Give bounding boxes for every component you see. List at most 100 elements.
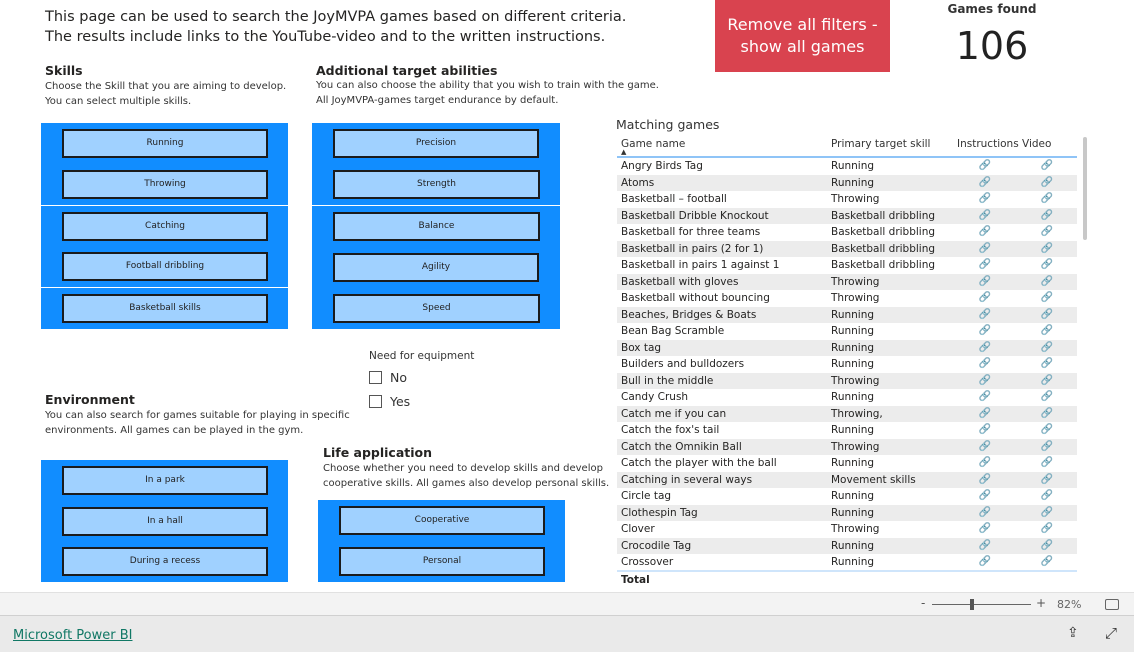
table-row: Box tag Running 🔗 🔗 <box>617 339 1077 356</box>
instructions-link-icon[interactable]: 🔗 <box>978 340 992 356</box>
games-found-label: Games found <box>947 2 1037 16</box>
video-link-icon[interactable]: 🔗 <box>1040 538 1054 554</box>
table-header: Game name ▲ Primary target skill Instruc… <box>617 135 1077 158</box>
video-link-icon[interactable]: 🔗 <box>1040 472 1054 488</box>
env-hall-button[interactable]: In a hall <box>62 507 268 536</box>
video-link-icon[interactable]: 🔗 <box>1040 422 1054 438</box>
video-link-icon[interactable]: 🔗 <box>1040 290 1054 306</box>
instructions-link-icon[interactable]: 🔗 <box>978 538 992 554</box>
zoom-out-button[interactable]: - <box>921 596 925 610</box>
col-game-name[interactable]: Game name <box>621 138 685 150</box>
fullscreen-icon[interactable]: ⤢ <box>1105 624 1117 642</box>
zoom-in-button[interactable]: + <box>1036 596 1046 610</box>
video-link-icon[interactable]: 🔗 <box>1040 406 1054 422</box>
skill-catching-button[interactable]: Catching <box>62 212 268 241</box>
checkbox-icon <box>369 371 382 384</box>
instructions-link-icon[interactable]: 🔗 <box>978 505 992 521</box>
video-link-icon[interactable]: 🔗 <box>1040 158 1054 174</box>
zoom-slider[interactable] <box>932 604 1031 605</box>
zoom-slider-thumb[interactable] <box>969 599 974 610</box>
share-icon[interactable]: ⇪ <box>1067 625 1079 641</box>
video-link-icon[interactable]: 🔗 <box>1040 307 1054 323</box>
video-link-icon[interactable]: 🔗 <box>1040 224 1054 240</box>
video-link-icon[interactable]: 🔗 <box>1040 356 1054 372</box>
col-skill[interactable]: Primary target skill <box>831 138 930 150</box>
video-link-icon[interactable]: 🔗 <box>1040 208 1054 224</box>
instructions-link-icon[interactable]: 🔗 <box>978 208 992 224</box>
equipment-no-checkbox[interactable]: No <box>369 370 407 385</box>
instructions-link-icon[interactable]: 🔗 <box>978 422 992 438</box>
video-link-icon[interactable]: 🔗 <box>1040 439 1054 455</box>
primary-skill: Throwing, <box>831 407 883 420</box>
video-link-icon[interactable]: 🔗 <box>1040 373 1054 389</box>
skill-basketball-button[interactable]: Basketball skills <box>62 294 268 323</box>
life-cooperative-button[interactable]: Cooperative <box>339 506 545 535</box>
equipment-yes-checkbox[interactable]: Yes <box>369 394 410 409</box>
video-link-icon[interactable]: 🔗 <box>1040 257 1054 273</box>
video-link-icon[interactable]: 🔗 <box>1040 175 1054 191</box>
instructions-link-icon[interactable]: 🔗 <box>978 389 992 405</box>
instructions-link-icon[interactable]: 🔗 <box>978 274 992 290</box>
abilities-slicer: Precision Strength Balance Agility Speed <box>312 123 560 329</box>
skill-football-dribbling-button[interactable]: Football dribbling <box>62 252 268 281</box>
ability-balance-button[interactable]: Balance <box>333 212 540 241</box>
video-link-icon[interactable]: 🔗 <box>1040 455 1054 471</box>
game-name: Crocodile Tag <box>621 539 692 552</box>
environment-desc: You can also search for games suitable f… <box>45 409 350 438</box>
instructions-link-icon[interactable]: 🔗 <box>978 488 992 504</box>
instructions-link-icon[interactable]: 🔗 <box>978 191 992 207</box>
instructions-link-icon[interactable]: 🔗 <box>978 472 992 488</box>
ability-precision-button[interactable]: Precision <box>333 129 539 158</box>
abilities-title: Additional target abilities <box>316 63 498 78</box>
video-link-icon[interactable]: 🔗 <box>1040 389 1054 405</box>
instructions-link-icon[interactable]: 🔗 <box>978 439 992 455</box>
video-link-icon[interactable]: 🔗 <box>1040 323 1054 339</box>
instructions-link-icon[interactable]: 🔗 <box>978 521 992 537</box>
instructions-link-icon[interactable]: 🔗 <box>978 455 992 471</box>
skills-slicer: Running Throwing Catching Football dribb… <box>41 123 288 329</box>
instructions-link-icon[interactable]: 🔗 <box>978 257 992 273</box>
instructions-link-icon[interactable]: 🔗 <box>978 175 992 191</box>
ability-speed-button[interactable]: Speed <box>333 294 540 323</box>
primary-skill: Running <box>831 424 875 436</box>
skill-throwing-button[interactable]: Throwing <box>62 170 268 199</box>
table-scrollbar[interactable] <box>1083 137 1087 240</box>
environment-slicer: In a park In a hall During a recess <box>41 460 288 582</box>
col-video[interactable]: Video <box>1022 138 1051 150</box>
video-link-icon[interactable]: 🔗 <box>1040 554 1054 570</box>
video-link-icon[interactable]: 🔗 <box>1040 505 1054 521</box>
table-row: Crocodile Tag Running 🔗 🔗 <box>617 537 1077 554</box>
video-link-icon[interactable]: 🔗 <box>1040 274 1054 290</box>
env-park-button[interactable]: In a park <box>62 466 268 495</box>
games-found-count: 106 <box>955 24 1029 68</box>
table-row: Atoms Running 🔗 🔗 <box>617 174 1077 191</box>
game-name: Basketball for three teams <box>621 226 761 238</box>
ability-strength-button[interactable]: Strength <box>333 170 540 199</box>
instructions-link-icon[interactable]: 🔗 <box>978 241 992 257</box>
instructions-link-icon[interactable]: 🔗 <box>978 158 992 174</box>
instructions-link-icon[interactable]: 🔗 <box>978 323 992 339</box>
primary-skill: Running <box>831 490 875 502</box>
video-link-icon[interactable]: 🔗 <box>1040 340 1054 356</box>
instructions-link-icon[interactable]: 🔗 <box>978 373 992 389</box>
environment-title: Environment <box>45 392 135 407</box>
skill-running-button[interactable]: Running <box>62 129 268 158</box>
ability-agility-button[interactable]: Agility <box>333 253 539 282</box>
instructions-link-icon[interactable]: 🔗 <box>978 356 992 372</box>
video-link-icon[interactable]: 🔗 <box>1040 521 1054 537</box>
life-personal-button[interactable]: Personal <box>339 547 545 576</box>
instructions-link-icon[interactable]: 🔗 <box>978 224 992 240</box>
instructions-link-icon[interactable]: 🔗 <box>978 307 992 323</box>
primary-skill: Running <box>831 391 875 403</box>
power-bi-link[interactable]: Microsoft Power BI <box>13 628 132 643</box>
env-recess-button[interactable]: During a recess <box>62 547 268 576</box>
video-link-icon[interactable]: 🔗 <box>1040 191 1054 207</box>
instructions-link-icon[interactable]: 🔗 <box>978 406 992 422</box>
fit-to-page-icon[interactable] <box>1105 599 1119 610</box>
remove-filters-button[interactable]: Remove all filters - show all games <box>715 0 890 72</box>
video-link-icon[interactable]: 🔗 <box>1040 488 1054 504</box>
instructions-link-icon[interactable]: 🔗 <box>978 554 992 570</box>
instructions-link-icon[interactable]: 🔗 <box>978 290 992 306</box>
video-link-icon[interactable]: 🔗 <box>1040 241 1054 257</box>
col-instructions[interactable]: Instructions <box>957 138 1019 150</box>
